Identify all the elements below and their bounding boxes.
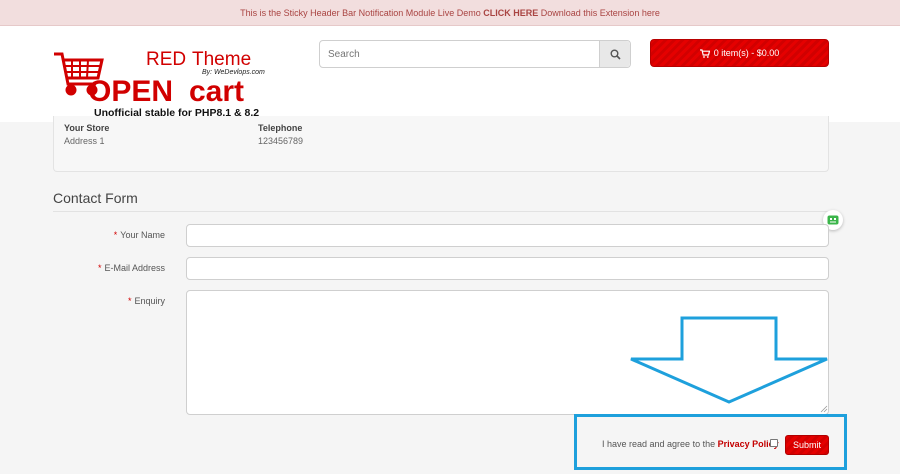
highlight-annotation-box	[574, 414, 847, 470]
shopping-cart-icon	[699, 48, 710, 58]
notification-bar: This is the Sticky Header Bar Notificati…	[0, 0, 900, 26]
notification-text: This is the Sticky Header Bar Notificati…	[240, 8, 484, 18]
cart-button[interactable]: 0 item(s) - $0.00	[650, 39, 829, 67]
telephone-heading: Telephone	[258, 123, 303, 133]
enquiry-label-text: Enquiry	[134, 296, 165, 306]
required-marker: *	[113, 230, 118, 240]
store-name: Your Store	[64, 123, 110, 133]
name-label-text: Your Name	[120, 230, 165, 240]
search-button[interactable]	[599, 41, 630, 67]
notification-text-after: Download this Extension here	[538, 8, 660, 18]
site-logo[interactable]: RED Theme By: WeDevlops.com OPEN cart Un…	[52, 40, 282, 124]
resize-handle-icon[interactable]	[820, 405, 828, 413]
required-marker: *	[97, 263, 102, 273]
logo-theme-text: Theme	[192, 49, 251, 70]
required-marker: *	[127, 296, 132, 306]
store-phone-block: Telephone 123456789	[258, 123, 303, 146]
email-label: * E-Mail Address	[53, 263, 165, 273]
store-address: Address 1	[64, 136, 105, 146]
search-icon	[610, 49, 621, 60]
search-input[interactable]	[320, 41, 600, 67]
name-field[interactable]	[186, 224, 829, 247]
logo-red-text: RED	[146, 49, 186, 70]
name-label: * Your Name	[53, 230, 165, 240]
down-arrow-annotation-icon	[630, 316, 828, 404]
site-header: RED Theme By: WeDevlops.com OPEN cart Un…	[0, 26, 900, 122]
email-field[interactable]	[186, 257, 829, 280]
store-info-panel: Your Store Address 1 Telephone 123456789	[53, 116, 829, 172]
logo-open-text: OPEN	[88, 75, 173, 108]
cart-total: 0 item(s) - $0.00	[713, 48, 780, 58]
telephone-number: 123456789	[258, 136, 304, 146]
logo-cart-text: cart	[189, 75, 244, 108]
search-box	[319, 40, 631, 68]
contact-form-legend: Contact Form	[53, 190, 829, 212]
email-label-text: E-Mail Address	[104, 263, 165, 273]
store-address-block: Your Store Address 1	[64, 123, 109, 146]
notification-link[interactable]: CLICK HERE	[483, 8, 538, 18]
enquiry-label: * Enquiry	[53, 296, 165, 306]
